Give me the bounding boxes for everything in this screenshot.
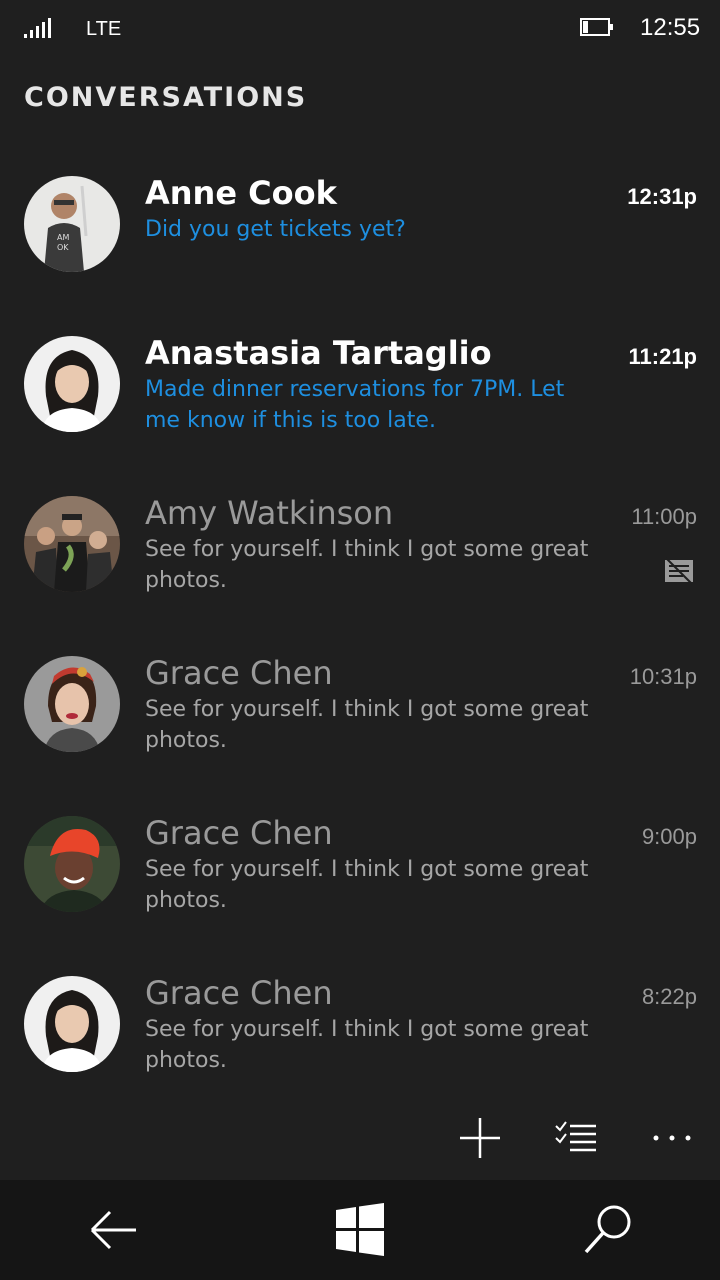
new-conversation-icon[interactable] <box>456 1114 504 1162</box>
conversation-time: 12:31p <box>627 184 697 209</box>
conversation-name: Amy Watkinson <box>145 494 394 532</box>
conversation-item[interactable]: Amy Watkinson See for yourself. I think … <box>0 480 720 630</box>
more-icon[interactable] <box>648 1114 696 1162</box>
conversation-preview: See for yourself. I think I got some gre… <box>145 857 589 913</box>
conversation-preview: Made dinner reservations for 7PM. Let me… <box>145 377 565 433</box>
conversation-name: Grace Chen <box>145 974 333 1012</box>
search-icon[interactable] <box>580 1200 640 1260</box>
windows-logo-icon[interactable] <box>330 1200 390 1260</box>
app-bar <box>0 1100 720 1172</box>
conversation-time: 10:31p <box>629 664 697 689</box>
conversation-time: 11:21p <box>628 344 698 369</box>
avatar <box>24 976 120 1072</box>
conversation-time: 8:22p <box>641 984 697 1009</box>
conversation-name: Grace Chen <box>145 654 333 692</box>
conversation-preview: See for yourself. I think I got some gre… <box>145 537 589 593</box>
conversation-preview: Did you get tickets yet? <box>145 217 406 242</box>
select-icon[interactable] <box>552 1114 600 1162</box>
back-arrow-icon[interactable] <box>84 1200 144 1260</box>
svg-text:AM: AM <box>57 233 69 242</box>
navigation-bar <box>0 1180 720 1280</box>
draft-icon <box>665 557 693 585</box>
page-title: CONVERSATIONS <box>24 82 308 113</box>
network-type-label: LTE <box>86 18 122 40</box>
conversation-time: 11:00p <box>631 504 697 529</box>
svg-text:OK: OK <box>57 243 69 252</box>
conversation-item[interactable]: Grace Chen See for yourself. I think I g… <box>0 640 720 790</box>
conversation-item[interactable]: Anastasia Tartaglio Made dinner reservat… <box>0 320 720 470</box>
conversation-name: Anne Cook <box>145 174 337 212</box>
avatar <box>24 656 120 752</box>
conversation-preview: See for yourself. I think I got some gre… <box>145 697 589 753</box>
battery-icon <box>580 18 613 36</box>
conversation-name: Grace Chen <box>145 814 333 852</box>
conversation-preview: See for yourself. I think I got some gre… <box>145 1017 589 1073</box>
avatar: AM OK <box>24 176 120 272</box>
conversation-time: 9:00p <box>641 824 697 849</box>
status-bar: LTE 12:55 <box>0 0 720 60</box>
conversation-item[interactable]: Grace Chen See for yourself. I think I g… <box>0 800 720 950</box>
avatar <box>24 496 120 592</box>
status-clock: 12:55 <box>640 14 701 41</box>
conversation-item[interactable]: AM OK Anne Cook Did you get tickets yet?… <box>0 160 720 310</box>
avatar <box>24 336 120 432</box>
conversation-name: Anastasia Tartaglio <box>145 334 492 372</box>
conversation-item[interactable]: Grace Chen See for yourself. I think I g… <box>0 960 720 1110</box>
avatar <box>24 816 120 912</box>
signal-bars-icon <box>24 18 51 38</box>
